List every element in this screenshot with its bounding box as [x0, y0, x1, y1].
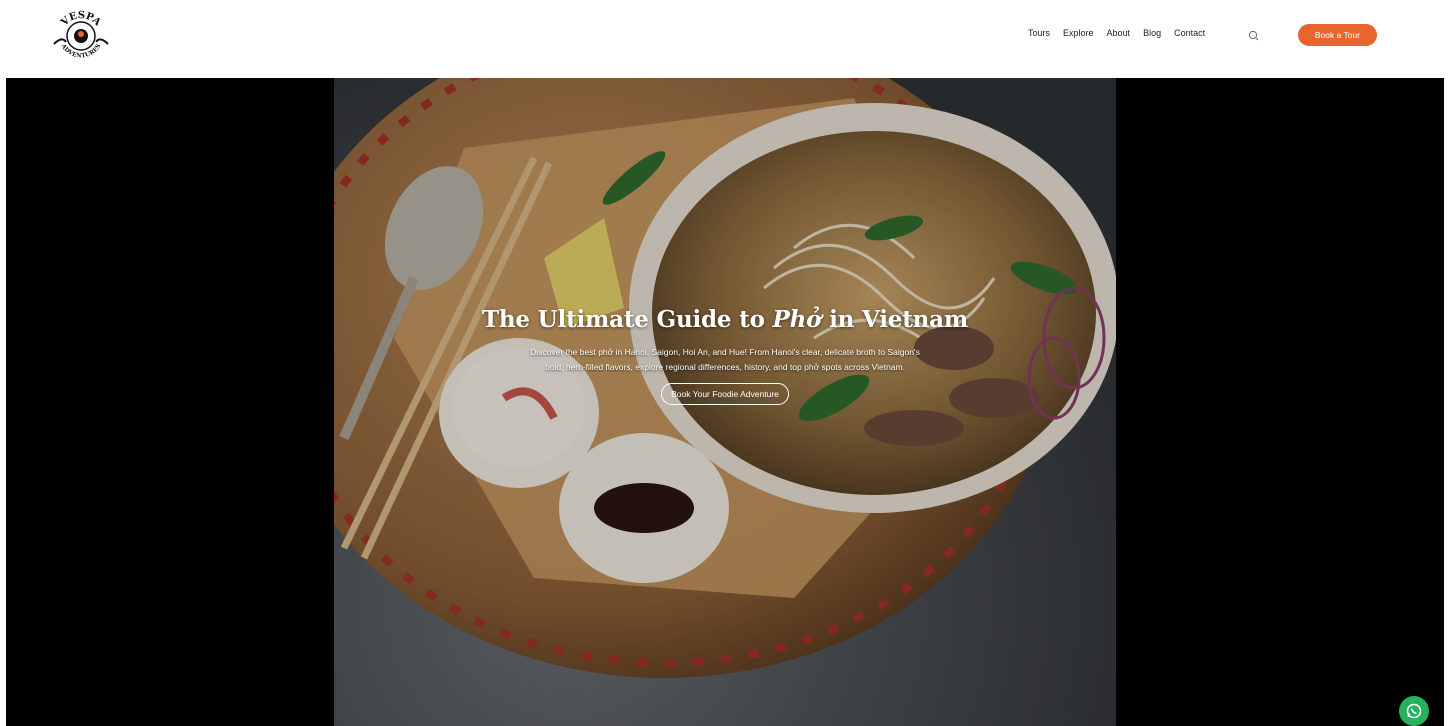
hero-content: The Ultimate Guide to Phở in Vietnam Dis… — [334, 306, 1116, 405]
nav-item-contact[interactable]: Contact — [1174, 28, 1205, 38]
nav-item-about[interactable]: About — [1107, 28, 1131, 38]
svg-text:VESPA: VESPA — [59, 10, 103, 29]
logo-top-text: VESPA — [59, 10, 103, 29]
hero-title-emphasis: Phở — [772, 306, 822, 333]
search-icon[interactable] — [1246, 28, 1262, 44]
whatsapp-icon[interactable] — [1399, 696, 1429, 726]
hero-description: Discover the best phở in Hanoi, Saigon, … — [530, 347, 920, 372]
site-header: VESPA ADVENTURES Tours Explore About Blo… — [0, 0, 1452, 78]
hero-title-suffix: in Vietnam — [821, 306, 968, 333]
main-nav: Tours Explore About Blog Contact — [1028, 28, 1205, 38]
nav-item-explore[interactable]: Explore — [1063, 28, 1094, 38]
svg-text:ADVENTURES: ADVENTURES — [59, 42, 102, 60]
logo-bottom-text: ADVENTURES — [59, 42, 102, 60]
nav-item-tours[interactable]: Tours — [1028, 28, 1050, 38]
pho-hero-image: The Ultimate Guide to Phở in Vietnam Dis… — [334, 78, 1116, 726]
hero-title-prefix: The Ultimate Guide to — [482, 306, 773, 333]
nav-item-blog[interactable]: Blog — [1143, 28, 1161, 38]
hero-section: The Ultimate Guide to Phở in Vietnam Dis… — [6, 78, 1444, 726]
vespa-adventures-logo[interactable]: VESPA ADVENTURES — [48, 8, 114, 64]
hero-title: The Ultimate Guide to Phở in Vietnam — [334, 306, 1116, 333]
book-a-tour-button[interactable]: Book a Tour — [1298, 24, 1377, 46]
book-foodie-adventure-button[interactable]: Book Your Foodie Adventure — [661, 383, 789, 405]
